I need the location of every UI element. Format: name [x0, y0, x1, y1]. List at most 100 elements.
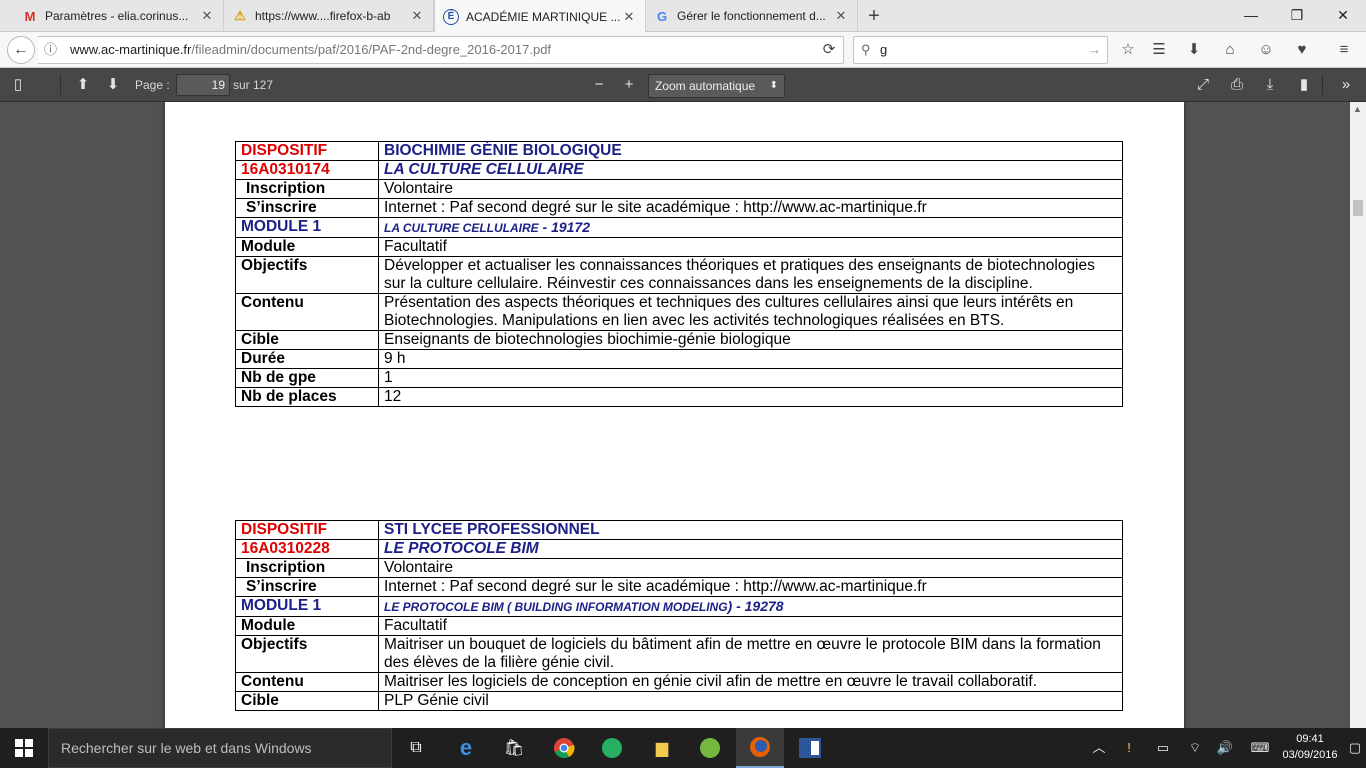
page-count: sur 127	[233, 78, 274, 92]
tab-title: Gérer le fonctionnement d...	[677, 9, 826, 23]
close-icon[interactable]: ✕	[833, 8, 849, 24]
row-value: 9 h	[378, 349, 1123, 369]
scroll-up-icon[interactable]: ▲	[1353, 104, 1362, 114]
task-view-icon[interactable]: ⧉	[392, 728, 440, 768]
taskbar-search-placeholder: Rechercher sur le web et dans Windows	[61, 740, 312, 756]
word-icon[interactable]	[786, 728, 834, 768]
chevron-down-icon: ⬍	[769, 80, 778, 91]
module-code: ) - 19278	[727, 598, 784, 614]
close-icon[interactable]: ✕	[621, 9, 637, 25]
clock-date: 03/09/2016	[1282, 749, 1338, 761]
previous-page-icon[interactable]: ⬆	[70, 72, 96, 98]
taskbar-search[interactable]: Rechercher sur le web et dans Windows	[48, 728, 392, 768]
tab-title: ACADÉMIE MARTINIQUE ...	[466, 9, 621, 24]
tray-chevron-icon[interactable]: ︿	[1088, 728, 1110, 768]
page-label: Page :	[135, 78, 170, 92]
bookmark-star-icon[interactable]: ☆	[1114, 36, 1142, 64]
tab-firefox[interactable]: ⚠ https://www....firefox-b-ab ✕	[224, 0, 434, 32]
module-label: MODULE 1	[235, 217, 379, 238]
minimize-button[interactable]: —	[1228, 0, 1274, 32]
tab-academie[interactable]: É ACADÉMIE MARTINIQUE ... ✕	[434, 0, 646, 33]
volume-icon[interactable]: 🔊	[1214, 728, 1236, 768]
row-value: Enseignants de biotechnologies biochimie…	[378, 330, 1123, 350]
search-bar[interactable]: ⚲ g →	[853, 36, 1108, 64]
dispositif-title: LA CULTURE CELLULAIRE	[378, 160, 1123, 180]
chrome-logo	[554, 738, 575, 759]
google-icon: G	[656, 8, 668, 24]
search-input[interactable]: g	[880, 42, 887, 57]
vertical-scrollbar[interactable]: ▲	[1350, 102, 1366, 728]
taskbar: Rechercher sur le web et dans Windows ⧉ …	[0, 728, 1366, 768]
page-number-input[interactable]: 19	[176, 74, 230, 96]
prn-app-icon[interactable]	[588, 728, 636, 768]
row-key: Nb de places	[235, 387, 379, 407]
keyboard-icon[interactable]: ⌨	[1246, 728, 1274, 768]
store-icon[interactable]: 🛍	[490, 728, 538, 768]
firefox-logo	[750, 737, 770, 757]
tab-google[interactable]: G Gérer le fonctionnement d... ✕	[646, 0, 858, 32]
row-key: Nb de gpe	[235, 368, 379, 388]
file-explorer-icon[interactable]: ▆	[638, 728, 686, 768]
word-logo	[799, 738, 821, 758]
module-title: LE PROTOCOLE BIM ( BUILDING INFORMATION …	[384, 600, 728, 614]
wifi-icon[interactable]: ⌔	[1184, 728, 1206, 768]
menu-icon[interactable]: ≡	[1330, 36, 1358, 64]
row-value: Présentation des aspects théoriques et t…	[378, 293, 1123, 331]
close-icon[interactable]: ✕	[409, 8, 425, 24]
reader-list-icon[interactable]: ☰	[1145, 36, 1173, 64]
close-window-button[interactable]: ✕	[1320, 0, 1366, 32]
utorrent-icon[interactable]	[686, 728, 734, 768]
battery-icon[interactable]: ▭	[1152, 728, 1174, 768]
dispositif-table-2: DISPOSITIF STI LYCEE PROFESSIONNEL 16A03…	[235, 520, 1123, 711]
scrollbar-thumb[interactable]	[1353, 200, 1363, 216]
tools-icon[interactable]: »	[1333, 72, 1359, 98]
separator	[1322, 75, 1323, 95]
reload-icon[interactable]: ⟳	[815, 36, 843, 64]
windows-icon	[15, 739, 33, 757]
zoom-out-icon[interactable]: −	[586, 72, 612, 98]
chrome-icon[interactable]	[540, 728, 588, 768]
next-page-icon[interactable]: ⬇	[100, 72, 126, 98]
module-code: - 19172	[538, 219, 591, 235]
go-arrow-icon[interactable]: →	[1088, 37, 1101, 63]
clock-time: 09:41	[1296, 733, 1324, 745]
edge-icon[interactable]: e	[442, 728, 490, 768]
info-icon[interactable]: ⓘ	[44, 37, 57, 63]
warning-icon: ⚠	[234, 8, 246, 23]
start-button[interactable]	[0, 728, 48, 768]
firefox-icon[interactable]	[736, 728, 784, 768]
close-icon[interactable]: ✕	[199, 8, 215, 24]
home-icon[interactable]: ⌂	[1216, 36, 1244, 64]
row-key: S’inscrire	[235, 198, 379, 218]
pocket-icon[interactable]: ♥	[1288, 36, 1316, 64]
tray-app-icon[interactable]: !	[1118, 728, 1140, 768]
fullscreen-icon[interactable]: ⤢	[1190, 72, 1216, 98]
maximize-button[interactable]: ❐	[1274, 0, 1320, 32]
search-icon: ⚲	[861, 42, 871, 57]
pdf-toolbar: ▯ ⬆ ⬇ Page : 19 sur 127 − + Zoom automat…	[0, 69, 1366, 102]
row-key: Contenu	[235, 293, 379, 331]
row-key: Cible	[235, 691, 379, 711]
hello-icon[interactable]: ☺	[1252, 36, 1280, 64]
sidebar-toggle-icon[interactable]: ▯	[5, 72, 31, 98]
print-icon[interactable]: ⎙	[1224, 72, 1250, 98]
pdf-page: DISPOSITIF BIOCHIMIE GÉNIE BIOLOGIQUE 16…	[165, 102, 1184, 728]
zoom-in-icon[interactable]: +	[616, 72, 642, 98]
tab-gmail[interactable]: M Paramètres - elia.corinus... ✕	[14, 0, 224, 32]
row-key: Contenu	[235, 672, 379, 692]
zoom-select[interactable]: Zoom automatique ⬍	[648, 74, 785, 98]
back-button[interactable]: ←	[7, 36, 35, 64]
dispositif-label: DISPOSITIF	[235, 520, 379, 540]
row-value: Maitriser un bouquet de logiciels du bât…	[378, 635, 1123, 673]
save-icon[interactable]: ⤓	[1257, 72, 1283, 98]
row-value: Maitriser les logiciels de conception en…	[378, 672, 1123, 692]
bookmark-icon[interactable]: ▮	[1291, 72, 1317, 98]
notifications-icon[interactable]: ▢	[1344, 728, 1366, 768]
clock[interactable]: 09:41 03/09/2016	[1280, 731, 1340, 763]
download-icon[interactable]: ⬇	[1180, 36, 1208, 64]
row-value: Développer et actualiser les connaissanc…	[378, 256, 1123, 294]
row-value: Volontaire	[378, 179, 1123, 199]
academie-icon: É	[443, 8, 459, 25]
url-bar[interactable]: ⓘ www.ac-martinique.fr/fileadmin/documen…	[38, 36, 844, 64]
new-tab-button[interactable]: +	[862, 4, 886, 28]
